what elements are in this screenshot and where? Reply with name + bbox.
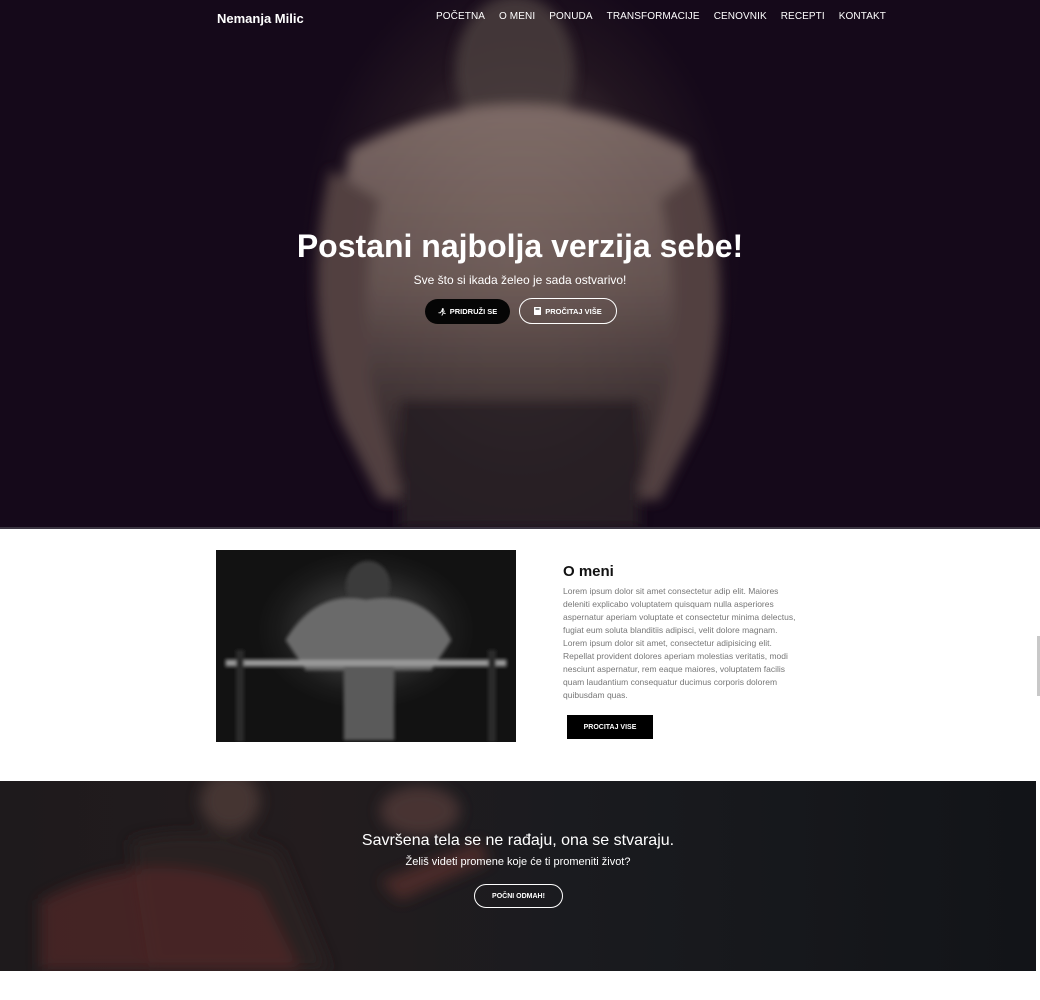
- running-icon: [438, 307, 446, 316]
- nav-link-o-meni[interactable]: O MENI: [499, 11, 535, 22]
- about-image: [216, 550, 516, 742]
- join-button-label: PRIDRUŽI SE: [449, 307, 498, 316]
- about-title: O meni: [563, 563, 614, 580]
- cta-subtitle: Želiš videti promene koje će ti promenit…: [405, 856, 631, 868]
- hero-title: Postani najbolja verzija sebe!: [296, 228, 744, 264]
- about-photo: [216, 550, 516, 742]
- brand-logo[interactable]: Nemanja Milic: [217, 11, 304, 26]
- hero-divider: [0, 527, 1040, 529]
- cta-section: [0, 781, 1036, 971]
- hero-subtitle: Sve što si ikada želeo je sada ostvarivo…: [413, 273, 627, 287]
- navbar: Nemanja Milic POČETNA O MENI PONUDA TRAN…: [0, 0, 1040, 36]
- nav-link-pocetna[interactable]: POČETNA: [436, 11, 485, 22]
- cta-background-image: [40, 781, 490, 971]
- start-now-button[interactable]: POČNI ODMAH!: [474, 884, 563, 908]
- nav-link-recepti[interactable]: RECEPTI: [781, 11, 825, 22]
- join-button[interactable]: PRIDRUŽI SE: [425, 299, 510, 324]
- cta-title: Savršena tela se ne rađaju, ona se stvar…: [361, 832, 675, 849]
- read-more-label: PROČITAJ VIŠE: [545, 306, 602, 316]
- nav-link-kontakt[interactable]: KONTAKT: [839, 11, 886, 22]
- read-more-button[interactable]: PROČITAJ VIŠE: [519, 298, 617, 324]
- nav-link-transformacije[interactable]: TRANSFORMACIJE: [607, 11, 700, 22]
- about-read-more-button[interactable]: PROCITAJ VISE: [567, 715, 653, 739]
- book-icon: [534, 307, 542, 315]
- nav-link-ponuda[interactable]: PONUDA: [549, 11, 592, 22]
- nav-links: POČETNA O MENI PONUDA TRANSFORMACIJE CEN…: [436, 11, 886, 22]
- about-text: Lorem ipsum dolor sit amet consectetur a…: [563, 586, 796, 700]
- nav-link-cenovnik[interactable]: CENOVNIK: [714, 11, 767, 22]
